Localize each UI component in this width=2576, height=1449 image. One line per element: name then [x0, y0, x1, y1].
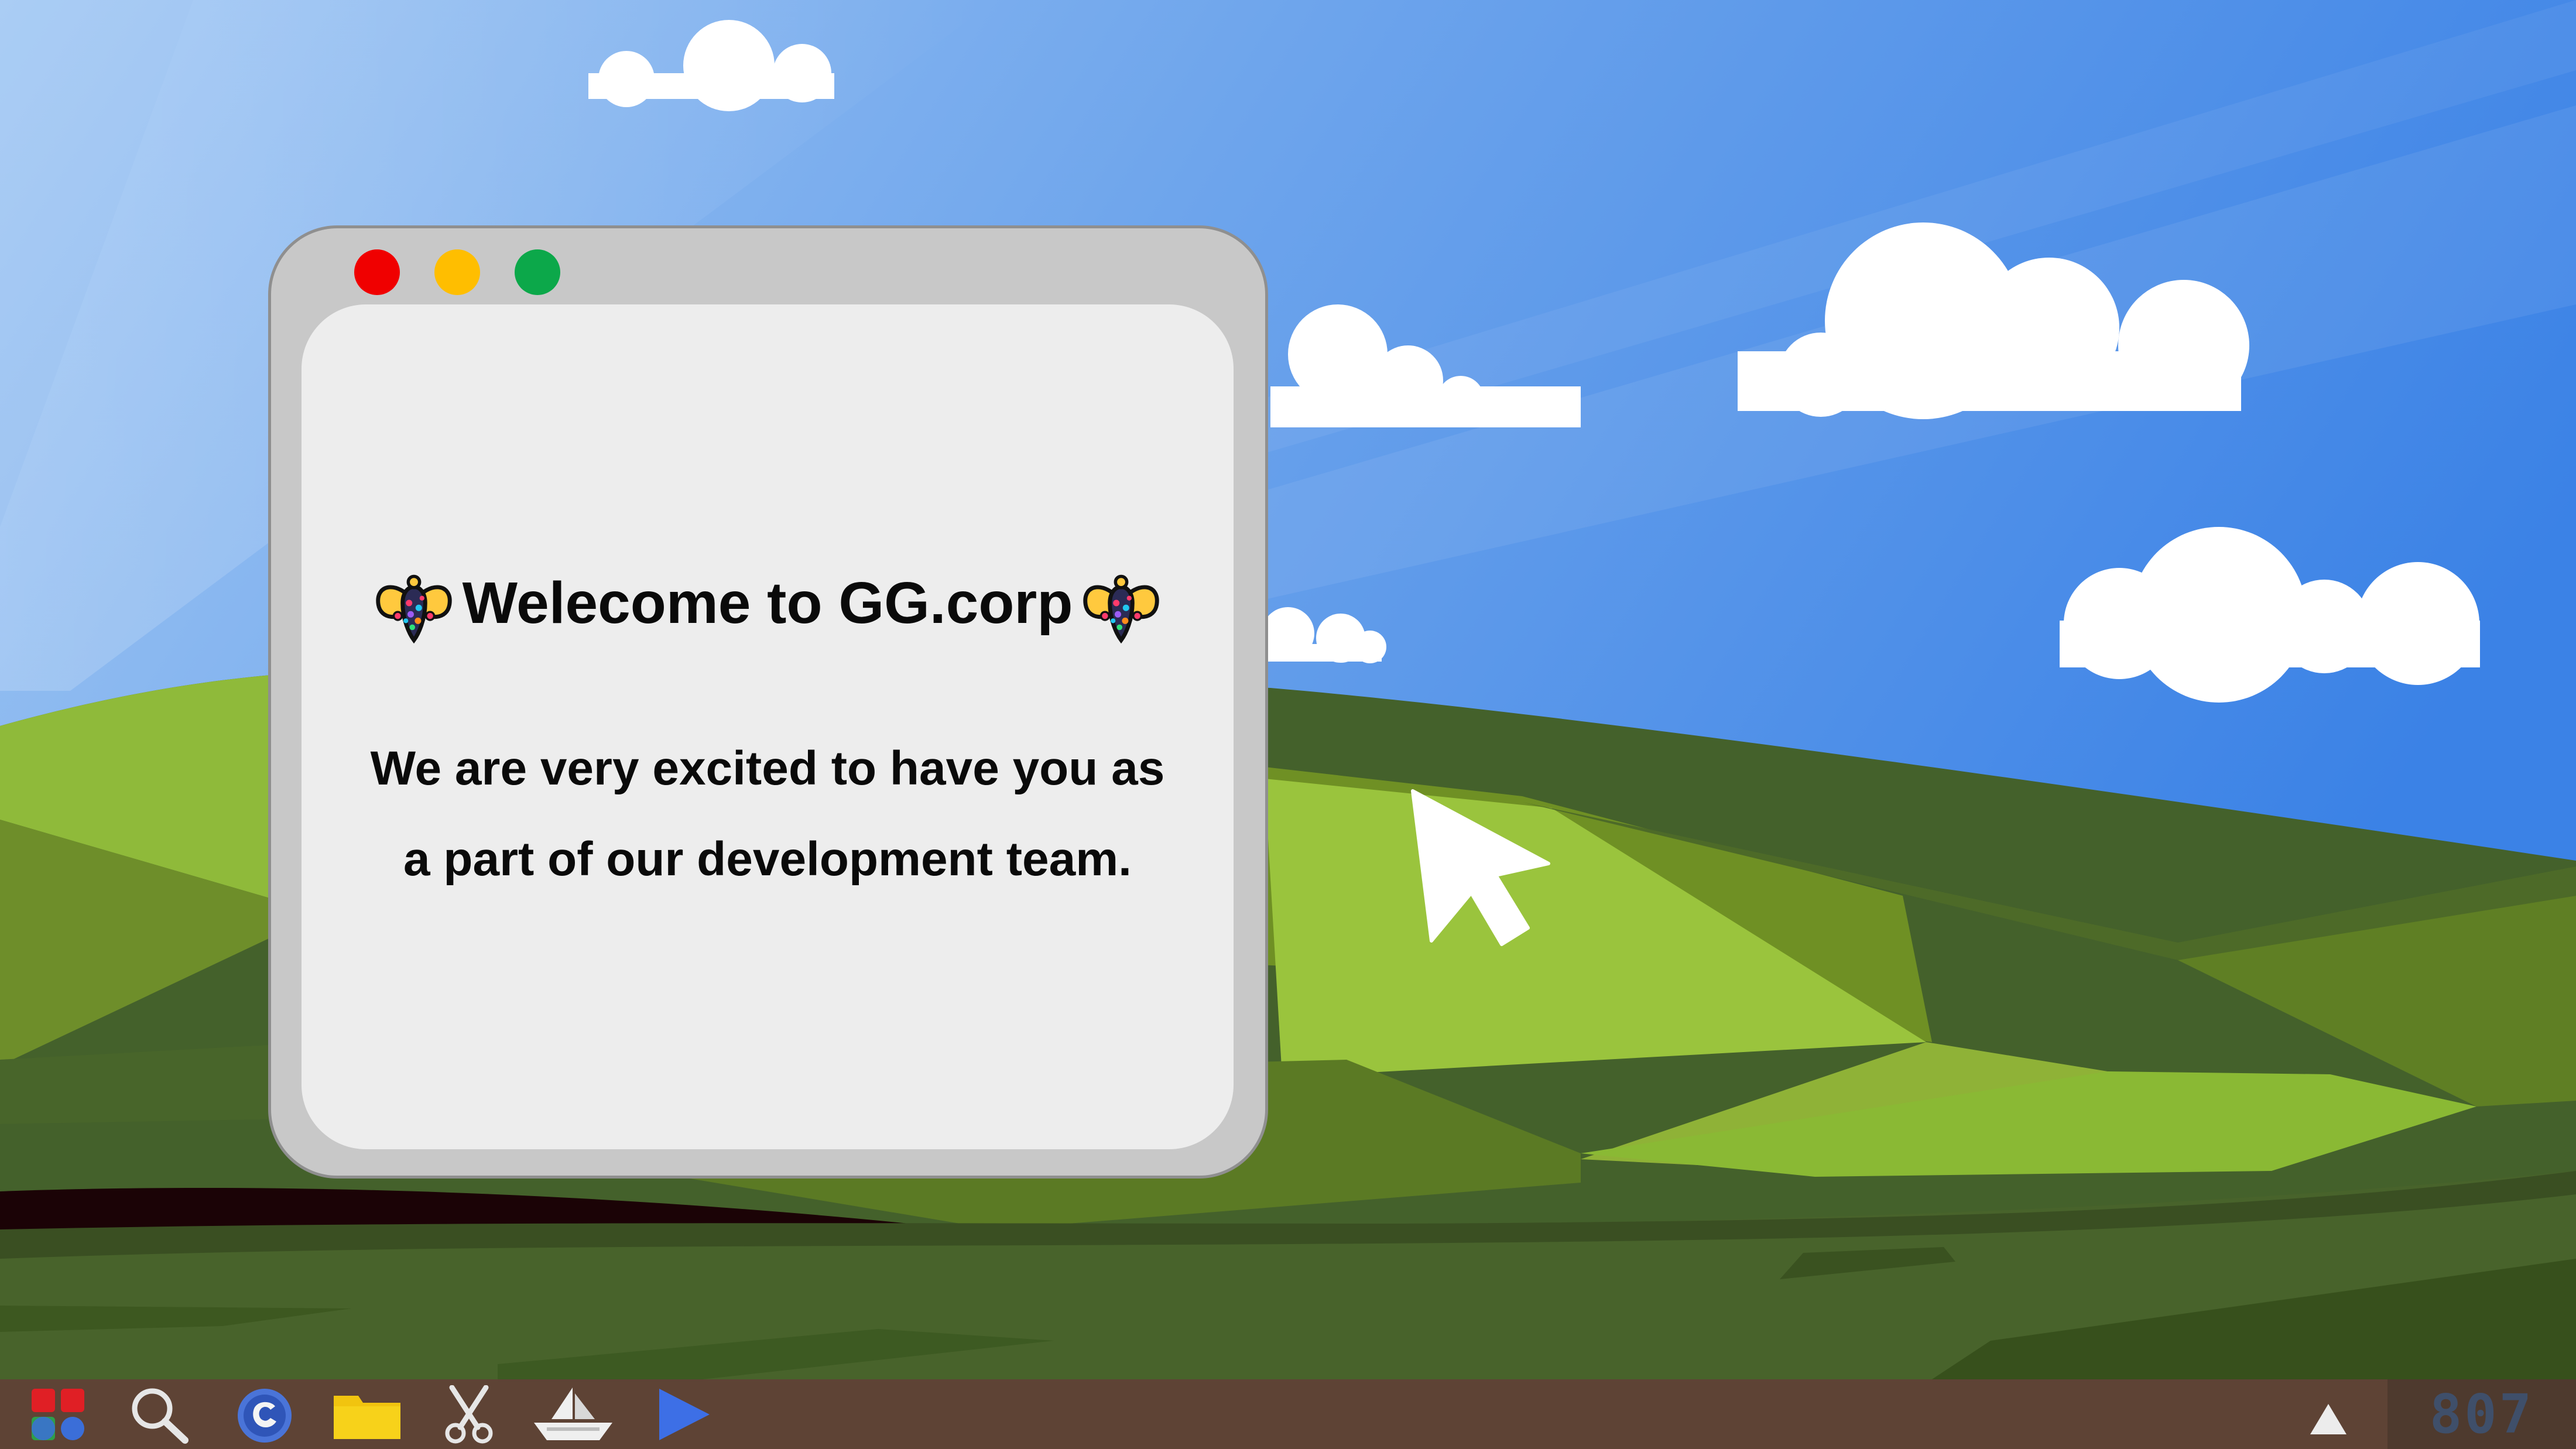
play-icon[interactable] — [653, 1385, 712, 1444]
taskbar: 807 — [0, 1379, 2576, 1449]
folder-icon[interactable] — [331, 1385, 403, 1444]
message-line: We are very excited to have you as — [370, 742, 1165, 795]
window-content: Welecome to GG.corp We are very excited … — [302, 304, 1234, 1149]
bee-icon — [1083, 574, 1160, 643]
browser-icon[interactable] — [232, 1385, 297, 1444]
close-button[interactable] — [354, 249, 400, 295]
message-line: a part of our development team. — [403, 833, 1132, 886]
minimize-button[interactable] — [434, 249, 480, 295]
welcome-message: We are very excited to have you as a par… — [302, 723, 1234, 905]
bee-icon — [375, 574, 452, 643]
welcome-heading: Welecome to GG.corp — [302, 559, 1234, 647]
search-icon[interactable] — [126, 1385, 192, 1444]
mouse-cursor-icon — [1411, 789, 1550, 946]
boat-icon[interactable] — [530, 1385, 616, 1444]
welcome-window[interactable]: Welecome to GG.corp We are very excited … — [268, 225, 1268, 1179]
clock[interactable]: 807 — [2387, 1379, 2576, 1449]
clock-time: 807 — [2429, 1383, 2534, 1445]
desktop[interactable]: Welecome to GG.corp We are very excited … — [0, 0, 2576, 1449]
scissors-icon[interactable] — [437, 1385, 501, 1444]
apps-grid-icon[interactable] — [28, 1385, 93, 1444]
maximize-button[interactable] — [515, 249, 560, 295]
welcome-title: Welecome to GG.corp — [462, 570, 1073, 636]
triangle-up-icon[interactable] — [2308, 1385, 2349, 1444]
